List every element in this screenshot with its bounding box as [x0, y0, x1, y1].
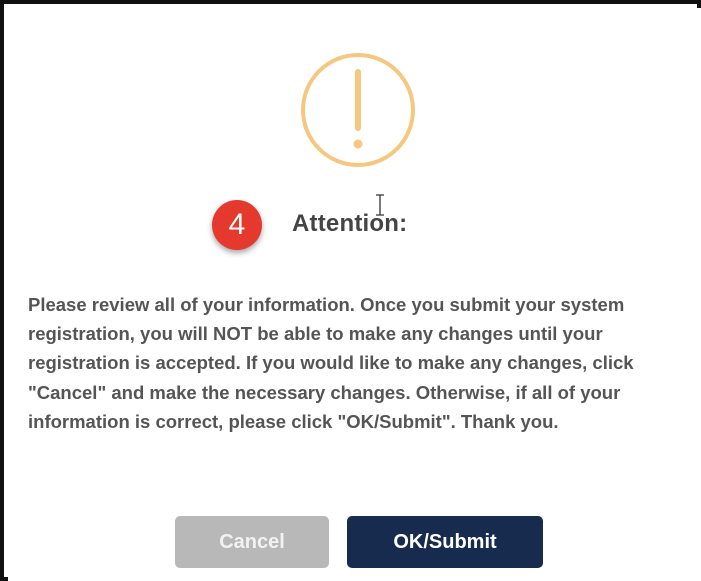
warning-exclamation-icon [301, 53, 415, 167]
dialog-message: Please review all of your information. O… [28, 294, 634, 432]
ok-submit-button[interactable]: OK/Submit [347, 516, 543, 568]
screenshot-frame: 4 Attention: Please review all of your i… [0, 0, 701, 581]
cancel-button[interactable]: Cancel [175, 516, 329, 568]
dialog-title: Attention: [292, 210, 408, 237]
text-cursor-icon [376, 194, 384, 216]
attention-dialog: 4 Attention: Please review all of your i… [8, 8, 701, 581]
step-number-badge: 4 [212, 200, 262, 250]
